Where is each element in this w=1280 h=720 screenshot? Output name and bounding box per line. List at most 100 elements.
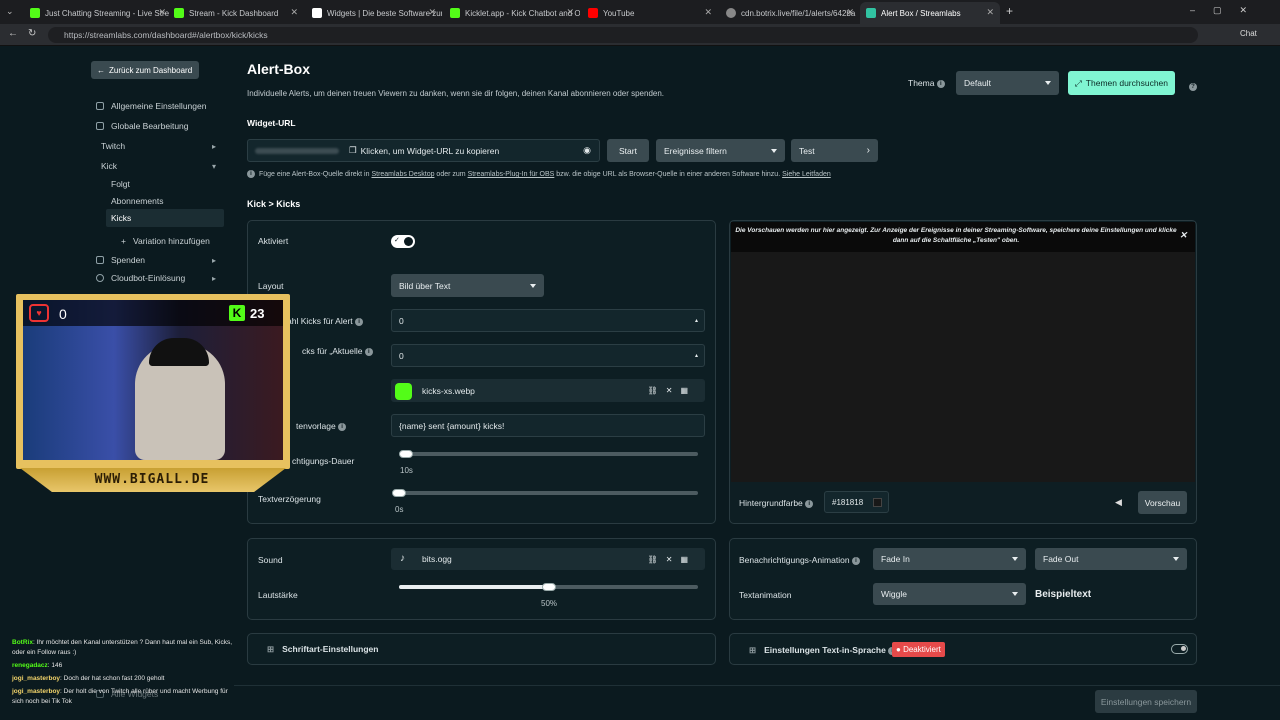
kicklet-favicon-icon	[450, 8, 460, 18]
chevron-down-icon	[1012, 557, 1018, 561]
theme-select[interactable]: Default	[956, 71, 1059, 95]
message-template-input[interactable]: {name} sent {amount} kicks!	[391, 414, 705, 437]
close-tab-icon[interactable]: ✕	[158, 7, 166, 18]
text-animation-select[interactable]: Wiggle	[873, 583, 1026, 605]
text-delay-slider-handle[interactable]	[392, 489, 406, 497]
sidebar-item-label: Twitch	[101, 141, 126, 151]
info-icon[interactable]: i	[936, 79, 945, 88]
sidebar-item-abonnements[interactable]: Abonnements	[111, 196, 163, 206]
widget-url-label: Widget-URL	[247, 118, 296, 128]
save-settings-button[interactable]: Einstellungen speichern	[1095, 690, 1197, 713]
obs-plugin-link[interactable]: Streamlabs-Plug-In für OBS	[468, 171, 555, 178]
min-kicks-input[interactable]: 0 ▴	[391, 309, 705, 332]
page-title: Alert-Box	[247, 61, 311, 77]
sidebar-item-twitch[interactable]: Twitch	[101, 141, 125, 151]
file-actions-icons[interactable]: ⛓✕▦	[648, 386, 696, 395]
sidebar-item-kick[interactable]: Kick	[101, 161, 117, 171]
sound-label: Sound	[258, 555, 283, 565]
duration-slider[interactable]	[399, 452, 698, 456]
browser-tab[interactable]: Stream - Kick Dashboard ✕	[168, 2, 304, 24]
streamlabs-desktop-link[interactable]: Streamlabs Desktop	[371, 171, 434, 178]
current-kicks-text: cks für „Aktuelle	[302, 346, 363, 356]
enabled-label: Aktiviert	[258, 236, 289, 246]
text-delay-slider[interactable]	[399, 491, 698, 495]
chat-user: renegadacz	[12, 662, 48, 669]
test-button[interactable]: Test ›	[791, 139, 878, 162]
browser-tab-active[interactable]: Alert Box / Streamlabs ✕	[860, 2, 1000, 24]
browser-tab[interactable]: Widgets | Die beste Software zur O ✕	[306, 2, 442, 24]
sidebar-item-general[interactable]: Allgemeine Einstellungen	[96, 101, 206, 111]
tts-toggle[interactable]	[1171, 644, 1188, 654]
help-icon[interactable]: ?	[1189, 78, 1197, 96]
start-button[interactable]: Start	[607, 139, 649, 162]
volume-slider-handle[interactable]	[541, 583, 556, 591]
back-arrow-icon[interactable]: ←	[8, 28, 18, 39]
browser-tab[interactable]: YouTube ✕	[582, 2, 718, 24]
browser-tab[interactable]: cdn.botrix.live/file/1/alerts/642ba ✕	[720, 2, 860, 24]
tab-list-icon[interactable]: ⌄	[6, 6, 14, 17]
close-tab-icon[interactable]: ✕	[704, 7, 712, 18]
blurred-url	[255, 147, 339, 154]
bg-color-label: Hintergrundfarbe i	[739, 498, 814, 508]
close-tab-icon[interactable]: ✕	[846, 7, 854, 18]
close-tab-icon[interactable]: ✕	[290, 7, 298, 18]
event-filter-select[interactable]: Ereignisse filtern	[656, 139, 785, 162]
info-icon[interactable]: i	[355, 317, 364, 326]
bg-color-input[interactable]: #181818	[824, 491, 889, 513]
speaker-icon[interactable]: ◀	[1115, 497, 1122, 508]
add-variation-button[interactable]: + Variation hinzufügen	[121, 236, 210, 246]
sidebar-item-kicks[interactable]: Kicks	[111, 213, 131, 223]
enabled-toggle[interactable]: ✓	[391, 235, 415, 248]
new-tab-icon[interactable]: +	[1006, 4, 1013, 18]
layout-select[interactable]: Bild über Text	[391, 274, 544, 297]
duration-slider-handle[interactable]	[399, 450, 413, 458]
animation-out-select[interactable]: Fade Out	[1035, 548, 1187, 570]
font-settings-header[interactable]: ⊞ Schriftart-Einstellungen	[267, 644, 378, 655]
back-to-dashboard-button[interactable]: ← Zurück zum Dashboard	[91, 61, 199, 79]
animation-label: Benachrichtigungs-Animation i	[739, 555, 860, 565]
info-icon[interactable]: i	[338, 422, 347, 431]
close-tab-icon[interactable]: ✕	[428, 7, 436, 18]
close-tab-icon[interactable]: ✕	[566, 7, 574, 18]
close-tab-icon[interactable]: ✕	[986, 7, 994, 18]
sidebar-item-global[interactable]: Globale Bearbeitung	[96, 121, 189, 131]
guide-link[interactable]: Siehe Leitfaden	[782, 171, 831, 178]
chat-button[interactable]: Chat	[1240, 29, 1257, 38]
sidebar-item-cloudbot[interactable]: Cloudbot-Einlösung	[96, 273, 185, 283]
current-kicks-input[interactable]: 0 ▴	[391, 344, 705, 367]
kick-favicon-icon	[174, 8, 184, 18]
url-input[interactable]: https://streamlabs.com/dashboard#/alertb…	[48, 27, 1198, 43]
copy-icon: ❐	[349, 145, 357, 155]
tab-label: Widgets | Die beste Software zur O	[327, 8, 442, 18]
color-swatch[interactable]	[873, 498, 882, 507]
info-icon[interactable]: i	[805, 499, 814, 508]
tts-status-badge: ● Deaktiviert	[892, 642, 945, 657]
start-label: Start	[619, 145, 637, 156]
animation-in-select[interactable]: Fade In	[873, 548, 1026, 570]
browser-tab[interactable]: Just Chatting Streaming - Live Stre ✕	[24, 2, 172, 24]
close-icon[interactable]: ✕	[1179, 230, 1187, 240]
breadcrumb: Kick > Kicks	[247, 199, 301, 209]
stepper-icon[interactable]: ▴	[695, 317, 698, 324]
preview-button[interactable]: Vorschau	[1138, 491, 1187, 514]
browse-themes-button[interactable]: ⤢ Themen durchsuchen	[1068, 71, 1175, 95]
file-actions-icons[interactable]: ⛓✕▦	[648, 555, 696, 564]
info-icon[interactable]: i	[851, 556, 860, 565]
sidebar-item-spenden[interactable]: Spenden	[96, 255, 145, 265]
sidebar-item-folgt[interactable]: Folgt	[111, 179, 130, 189]
window-controls[interactable]: –▢✕	[1190, 5, 1265, 16]
tts-header[interactable]: ⊞Einstellungen Text-in-Sprache i	[749, 645, 897, 656]
animation-label-text: Benachrichtigungs-Animation	[739, 555, 850, 565]
streamlabs-favicon-icon	[866, 8, 876, 18]
address-bar-row: ← ↻ https://streamlabs.com/dashboard#/al…	[0, 24, 1280, 46]
browser-tab[interactable]: Kicklet.app - Kick Chatbot and Ov ✕	[444, 2, 580, 24]
kick-count: 23	[250, 306, 265, 321]
eye-icon[interactable]: ◉	[583, 145, 591, 156]
sound-file-field[interactable]: ♪ bits.ogg ⛓✕▦	[391, 548, 705, 570]
stepper-icon[interactable]: ▴	[695, 352, 698, 359]
reload-icon[interactable]: ↻	[28, 28, 36, 39]
info-icon[interactable]: i	[364, 347, 373, 356]
widget-url-field[interactable]: ❐ Klicken, um Widget-URL zu kopieren ◉	[247, 139, 600, 162]
chevron-down-icon	[530, 283, 536, 288]
image-file-field[interactable]: kicks-xs.webp ⛓✕▦	[391, 379, 705, 402]
